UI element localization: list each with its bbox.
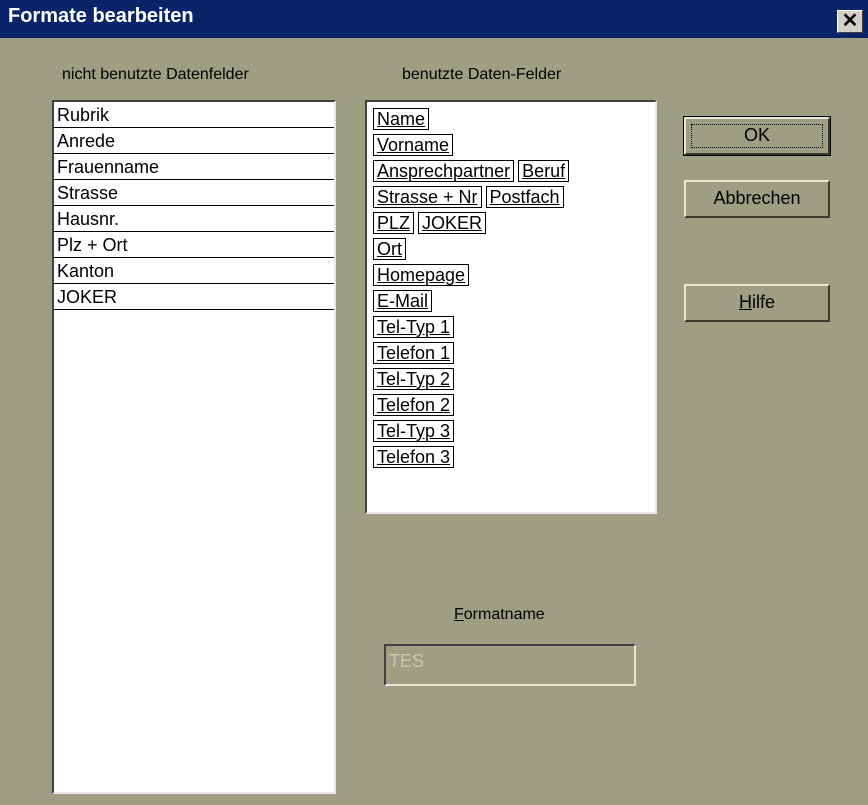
ok-button[interactable]: OK [683, 116, 831, 156]
used-field-row: Tel-Typ 2 [367, 368, 655, 394]
close-icon: ✕ [841, 10, 859, 32]
help-button-label: ilfe [751, 292, 775, 312]
help-button[interactable]: Hilfe [684, 284, 830, 322]
unused-field-item[interactable]: Rubrik [54, 102, 334, 128]
used-field-item[interactable]: Postfach [485, 186, 564, 208]
used-field-row: Telefon 2 [367, 394, 655, 420]
unused-field-item[interactable]: Strasse [54, 180, 334, 206]
unused-fields-list[interactable]: Rubrik Anrede Frauenname Strasse Hausnr. Plz … [52, 100, 336, 794]
used-field-item[interactable]: Name [373, 108, 430, 130]
formatname-mnemonic: F [454, 606, 464, 623]
used-field-row: Name [367, 108, 655, 134]
used-field-item[interactable]: Homepage [373, 264, 470, 286]
title-bar: Formate bearbeiten ✕ [0, 0, 868, 38]
used-field-item[interactable]: PLZ [373, 212, 415, 234]
help-mnemonic: H [738, 292, 752, 312]
unused-field-item[interactable]: JOKER [54, 284, 334, 310]
used-field-row: Tel-Typ 3 [367, 420, 655, 446]
unused-field-item[interactable]: Anrede [54, 128, 334, 154]
used-field-row: Ort [367, 238, 655, 264]
used-field-item[interactable]: JOKER [418, 212, 487, 234]
used-field-item[interactable]: Telefon 2 [373, 394, 455, 416]
used-field-item[interactable]: Tel-Typ 3 [373, 420, 455, 442]
formatname-label: Formatname [454, 606, 545, 624]
used-field-item[interactable]: Telefon 1 [373, 342, 455, 364]
used-field-row: Tel-Typ 1 [367, 316, 655, 342]
used-field-item[interactable]: Tel-Typ 1 [373, 316, 455, 338]
used-field-row: Telefon 1 [367, 342, 655, 368]
used-field-row: Vorname [367, 134, 655, 160]
used-fields-label: benutzte Daten-Felder [402, 66, 562, 83]
focus-indicator [691, 124, 823, 148]
used-field-row: Telefon 3 [367, 446, 655, 472]
formatname-value: TES [389, 651, 425, 671]
cancel-button[interactable]: Abbrechen [684, 180, 830, 218]
used-field-item[interactable]: Beruf [518, 160, 570, 182]
used-fields-list[interactable]: Name Vorname Ansprechpartner Beruf Strasse +… [365, 100, 657, 514]
used-field-item[interactable]: Telefon 3 [373, 446, 455, 468]
used-field-item[interactable]: Vorname [373, 134, 454, 156]
window-title: Formate bearbeiten [8, 5, 194, 27]
used-field-row: PLZ JOKER [367, 212, 655, 238]
unused-fields-label: nicht benutzte Datenfelder [62, 66, 249, 83]
used-field-row: Homepage [367, 264, 655, 290]
formatname-input[interactable]: TES [384, 644, 636, 686]
cancel-button-label: Abbrechen [713, 188, 801, 208]
unused-field-item[interactable]: Plz + Ort [54, 232, 334, 258]
used-field-item[interactable]: E-Mail [373, 290, 433, 312]
used-field-item[interactable]: Tel-Typ 2 [373, 368, 455, 390]
used-field-row: Ansprechpartner Beruf [367, 160, 655, 186]
used-field-row: Strasse + Nr Postfach [367, 186, 655, 212]
unused-field-item[interactable]: Kanton [54, 258, 334, 284]
unused-field-item[interactable]: Frauenname [54, 154, 334, 180]
used-field-row: E-Mail [367, 290, 655, 316]
unused-field-item[interactable]: Hausnr. [54, 206, 334, 232]
used-field-item[interactable]: Ort [373, 238, 406, 260]
formatname-label-rest: ormatname [463, 606, 545, 623]
used-field-item[interactable]: Strasse + Nr [373, 186, 482, 208]
used-field-item[interactable]: Ansprechpartner [373, 160, 515, 182]
close-button[interactable]: ✕ [837, 10, 863, 33]
